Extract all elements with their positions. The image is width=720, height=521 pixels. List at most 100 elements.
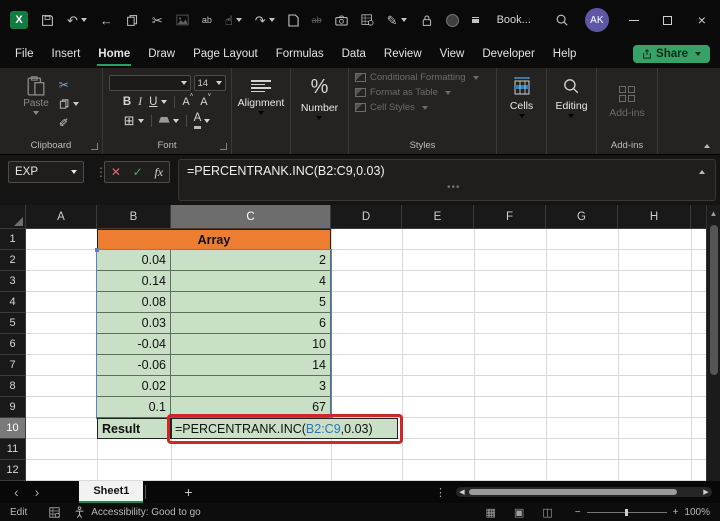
col-header-B[interactable]: B <box>97 205 171 229</box>
zoom-slider-thumb[interactable] <box>625 509 628 516</box>
cut-button[interactable]: ✂ <box>59 78 79 92</box>
redo-icon[interactable]: ↷ <box>255 14 275 27</box>
row-header-10[interactable]: 10 <box>0 418 26 439</box>
save-icon[interactable] <box>41 14 54 27</box>
user-avatar[interactable]: AK <box>585 8 609 32</box>
normal-view-icon[interactable]: ▦ <box>486 506 496 519</box>
number-button[interactable]: % Number <box>301 77 338 120</box>
tab-draw[interactable]: Draw <box>139 43 184 65</box>
accessibility-status[interactable]: Accessibility: Good to go <box>91 507 201 518</box>
borders-button[interactable]: ⊞ <box>124 113 135 129</box>
col-header-D[interactable]: D <box>331 205 402 229</box>
font-name-combo[interactable] <box>109 75 191 91</box>
touch-mode-icon[interactable]: ☝ <box>225 14 242 27</box>
tab-insert[interactable]: Insert <box>43 43 90 65</box>
zoom-level[interactable]: 100% <box>684 507 710 518</box>
cell-B10-result-label[interactable]: Result <box>97 418 171 439</box>
col-header-H[interactable]: H <box>618 205 691 229</box>
cell-B9[interactable]: 0.1 <box>97 397 171 418</box>
tab-data[interactable]: Data <box>333 43 375 65</box>
alignment-button[interactable]: Alignment <box>238 77 285 115</box>
scroll-left-icon[interactable]: ◀ <box>456 488 468 496</box>
italic-button[interactable]: I <box>138 96 142 108</box>
tab-file[interactable]: File <box>6 43 43 65</box>
name-box[interactable]: EXP <box>8 161 84 183</box>
cell-C4[interactable]: 5 <box>171 292 331 313</box>
bold-button[interactable]: B <box>123 96 131 108</box>
scroll-right-icon[interactable]: ▶ <box>700 488 712 496</box>
cell-C5[interactable]: 6 <box>171 313 331 334</box>
editing-button[interactable]: Editing <box>555 77 587 118</box>
cancel-entry-button[interactable]: ✕ <box>111 165 121 179</box>
horizontal-scroll-thumb[interactable] <box>469 489 677 495</box>
copy-button[interactable] <box>59 98 79 110</box>
font-color-menu-icon[interactable] <box>204 119 210 123</box>
scroll-up-icon[interactable]: ▲ <box>707 205 720 221</box>
horizontal-scrollbar[interactable]: ◀ ▶ <box>456 487 712 497</box>
row-header-8[interactable]: 8 <box>0 376 26 397</box>
vertical-scrollbar[interactable]: ▲ <box>706 205 720 481</box>
col-header-G[interactable]: G <box>546 205 618 229</box>
underline-button[interactable]: U <box>149 96 157 108</box>
cell-B1-array-title[interactable]: Array <box>97 229 331 250</box>
cell-B2[interactable]: 0.04 <box>97 250 171 271</box>
cell-C6[interactable]: 10 <box>171 334 331 355</box>
row-header-1[interactable]: 1 <box>0 229 26 250</box>
search-icon[interactable] <box>555 13 569 27</box>
cell-C3[interactable]: 4 <box>171 271 331 292</box>
row-header-12[interactable]: 12 <box>0 460 26 481</box>
tab-review[interactable]: Review <box>375 43 431 65</box>
accessibility-icon[interactable] <box>74 506 85 518</box>
paste-button[interactable]: Paste <box>23 76 49 130</box>
customize-quick-access-icon[interactable] <box>472 17 479 23</box>
fill-color-menu-icon[interactable] <box>173 119 179 123</box>
cell-B6[interactable]: -0.04 <box>97 334 171 355</box>
tab-view[interactable]: View <box>431 43 474 65</box>
tab-home[interactable]: Home <box>89 43 139 65</box>
prev-sheet-icon[interactable]: ‹ <box>14 485 19 499</box>
sheet-tab-sheet1[interactable]: Sheet1 <box>79 481 143 503</box>
cut-icon[interactable]: ✂ <box>152 14 163 27</box>
cell-C9[interactable]: 67 <box>171 397 331 418</box>
camera-icon[interactable] <box>335 15 348 26</box>
row-header-3[interactable]: 3 <box>0 271 26 292</box>
row-header-5[interactable]: 5 <box>0 313 26 334</box>
share-button[interactable]: Share <box>633 45 710 63</box>
collapse-ribbon-icon[interactable] <box>704 144 710 148</box>
copy-icon[interactable] <box>126 14 139 27</box>
confirm-entry-button[interactable]: ✓ <box>133 165 143 179</box>
cell-C2[interactable]: 2 <box>171 250 331 271</box>
font-color-button[interactable]: A <box>194 113 202 129</box>
new-document-icon[interactable] <box>288 14 299 27</box>
maximize-button[interactable] <box>651 0 685 40</box>
font-dialog-launcher-icon[interactable] <box>220 143 227 150</box>
row-header-2[interactable]: 2 <box>0 250 26 271</box>
row-header-9[interactable]: 9 <box>0 397 26 418</box>
cell-B4[interactable]: 0.08 <box>97 292 171 313</box>
permissions-lock-icon[interactable] <box>420 14 433 27</box>
collapse-formula-bar-icon[interactable] <box>699 170 705 174</box>
lookup-sheet-icon[interactable] <box>361 14 374 26</box>
col-header-F[interactable]: F <box>474 205 546 229</box>
back-arrow-icon[interactable]: ← <box>100 14 113 27</box>
insert-function-button[interactable]: fx <box>154 165 163 180</box>
cell-C7[interactable]: 14 <box>171 355 331 376</box>
page-break-view-icon[interactable]: ◫ <box>542 506 552 519</box>
tab-page-layout[interactable]: Page Layout <box>184 43 267 65</box>
draft-pen-icon[interactable]: ✎ <box>387 14 407 27</box>
font-size-combo[interactable]: 14 <box>194 75 226 91</box>
cell-B5[interactable]: 0.03 <box>97 313 171 334</box>
next-sheet-icon[interactable]: › <box>35 485 40 499</box>
new-sheet-button[interactable]: + <box>184 484 192 500</box>
underline-menu-icon[interactable] <box>161 100 167 104</box>
decrease-font-button[interactable]: A˅ <box>200 96 211 108</box>
undo-icon[interactable]: ↶ <box>67 14 87 27</box>
cells-button[interactable]: Cells <box>510 77 533 118</box>
spelling-icon[interactable]: ab <box>202 16 212 25</box>
format-painter-button[interactable]: ✐ <box>59 116 79 130</box>
close-button[interactable]: × <box>685 0 719 40</box>
tab-formulas[interactable]: Formulas <box>267 43 333 65</box>
fill-color-button[interactable] <box>159 117 170 125</box>
select-all-corner[interactable] <box>0 205 26 229</box>
zoom-in-icon[interactable]: + <box>673 507 679 518</box>
